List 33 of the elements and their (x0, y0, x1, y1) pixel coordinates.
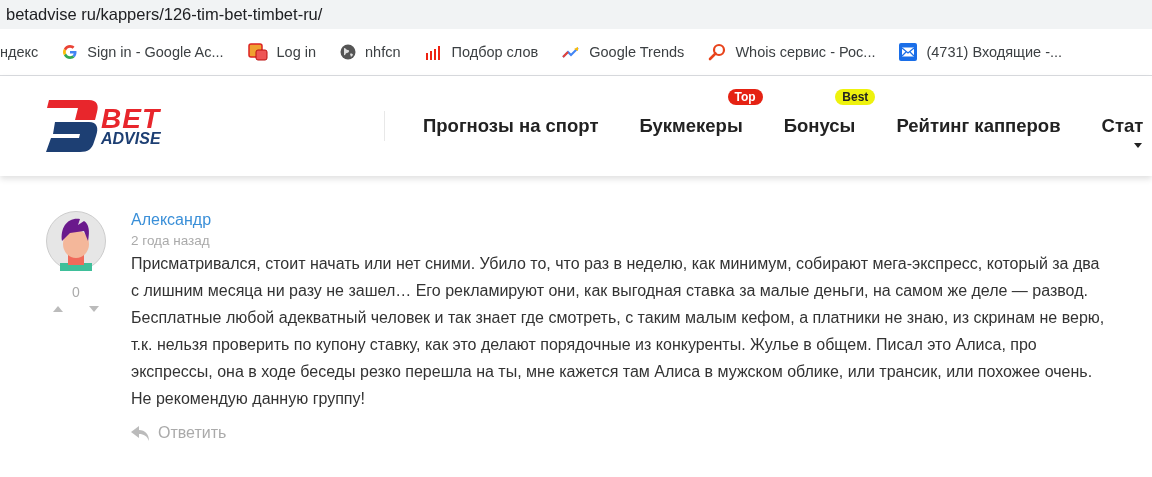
nav-badge: Best (835, 89, 876, 105)
bookmark[interactable]: nhfcn (328, 44, 413, 60)
app-icon (247, 43, 268, 61)
logo-icon[interactable] (45, 100, 99, 152)
reply-icon (131, 425, 150, 441)
search-icon (708, 43, 727, 61)
mail-icon (899, 43, 918, 61)
bookmark[interactable]: Sign in - Google Ac... (50, 44, 236, 60)
nav-link[interactable]: Букмекеры (639, 115, 743, 136)
bookmark[interactable]: Google Trends (550, 44, 697, 60)
vote-count: 0 (72, 284, 80, 300)
logo-text: BET (101, 105, 161, 133)
address-bar[interactable]: betadvise ru/kappers/126-tim-bet-timbet-ru/ (0, 0, 1152, 29)
downvote-icon[interactable] (89, 306, 99, 312)
nav-link[interactable]: Рейтинг капперов (896, 115, 1061, 136)
avatar (46, 211, 106, 271)
trend-line-icon (562, 46, 581, 58)
nav-link[interactable]: Прогнозы на спорт (423, 115, 599, 136)
nav-badge: Top (727, 89, 763, 105)
nav-link[interactable]: Бонусы (783, 115, 856, 136)
bookmark[interactable]: Log in (235, 43, 329, 61)
logo-text: ADVISE (101, 131, 161, 147)
nav-link[interactable]: Стат (1101, 115, 1144, 136)
google-icon (62, 44, 79, 60)
comment-time: 2 года назад (131, 233, 211, 248)
comment-author[interactable]: Александр (131, 211, 1106, 229)
upvote-icon[interactable] (53, 306, 63, 312)
bookmark[interactable]: ндекс (0, 44, 51, 60)
bar-chart-icon (424, 44, 443, 60)
bookmark[interactable]: (4731) Входящие -... (887, 43, 1075, 61)
comment-text: Присматривался, стоит начать или нет сними. Убило то, что раз в неделю, как минимум, собирают мега-экспресс, который за два с лишним месяца ни разу не зашел… Его рекламируют они, как выгодная ставка за малые деньги, на самом же деле — развод. Бесплатные любой адекватный человек и так знает где смотреть, с таким малым кефом, а платники не знаю, из скринам не верю, т.к. нельзя проверить по купону ставку, как это делают порядочные из конкуренты. Жулье в общем. Писал это Алиса, про экспрессы, она в ходе беседы резко перешла на ты, мне кажется там Алиса в мужском облике, или трансик, или похожее очень. Не рекомендую данную группу! (131, 254, 1106, 409)
bookmark[interactable]: Whois сервис - Рос... (696, 43, 888, 61)
bookmark[interactable]: Подбор слов (412, 44, 551, 60)
